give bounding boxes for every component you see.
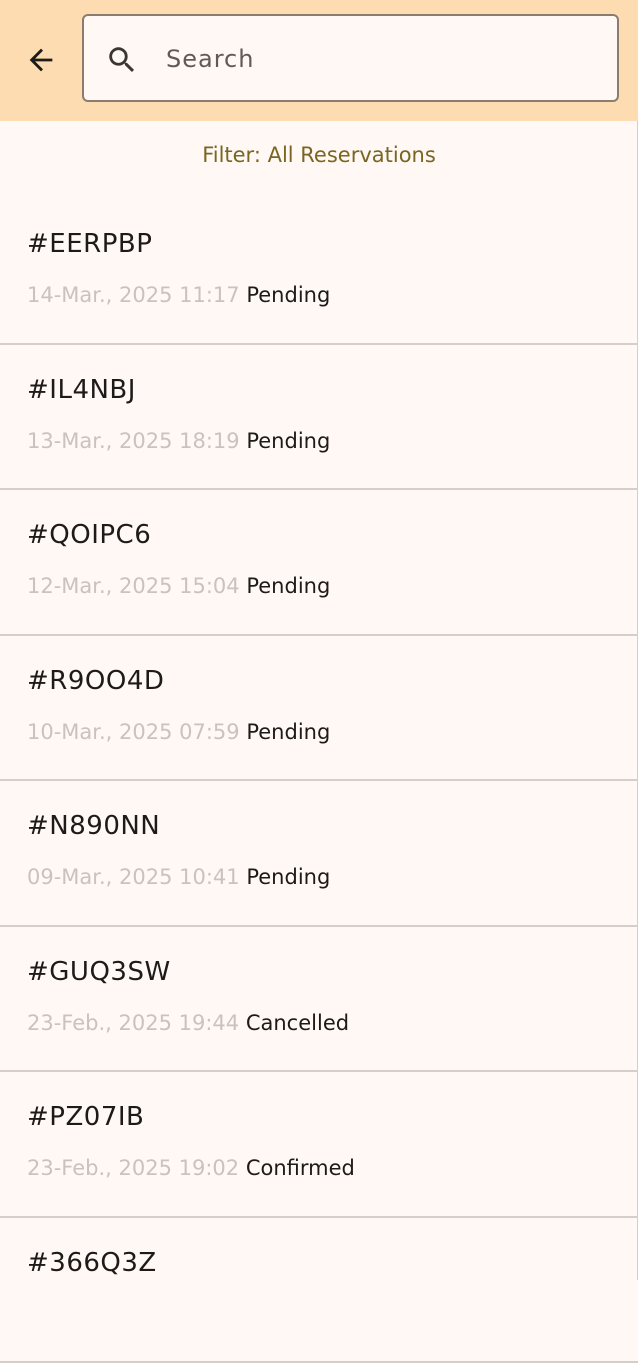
reservation-row[interactable]: #EERPBP 14-Mar., 2025 11:17 Pending (0, 199, 638, 345)
arrow-left-icon (24, 43, 58, 77)
back-button[interactable] (14, 33, 68, 87)
reservation-meta: 12-Mar., 2025 15:04 Pending (27, 574, 330, 598)
reservation-row[interactable]: #GUQ3SW 23-Feb., 2025 19:44 Cancelled (0, 927, 638, 1073)
reservation-meta: 23-Feb., 2025 19:44 Cancelled (27, 1011, 349, 1035)
reservation-code: #IL4NBJ (27, 375, 136, 405)
reservation-meta: 23-Feb., 2025 19:02 Confirmed (27, 1156, 355, 1180)
search-input[interactable] (166, 36, 586, 82)
reservation-date: 23-Feb., 2025 19:44 (27, 1011, 239, 1035)
reservation-row[interactable]: #R9OO4D 10-Mar., 2025 07:59 Pending (0, 636, 638, 782)
reservation-status: Pending (246, 429, 330, 453)
search-field[interactable] (82, 14, 619, 102)
filter-label[interactable]: Filter: All Reservations (0, 143, 638, 167)
reservation-status: Pending (246, 720, 330, 744)
reservation-code: #GUQ3SW (27, 957, 171, 987)
reservation-row[interactable]: #IL4NBJ 13-Mar., 2025 18:19 Pending (0, 345, 638, 491)
reservation-code: #N890NN (27, 811, 160, 841)
search-icon (104, 42, 140, 78)
reservation-date: 13-Mar., 2025 18:19 (27, 429, 240, 453)
reservation-meta: 10-Mar., 2025 07:59 Pending (27, 720, 330, 744)
reservation-status: Pending (246, 865, 330, 889)
reservation-code: #PZ07IB (27, 1102, 144, 1132)
reservation-row[interactable]: #QOIPC6 12-Mar., 2025 15:04 Pending (0, 490, 638, 636)
reservation-code: #366Q3Z (27, 1248, 157, 1278)
reservation-status: Cancelled (246, 1011, 349, 1035)
reservation-meta: 09-Mar., 2025 10:41 Pending (27, 865, 330, 889)
reservation-date: 23-Feb., 2025 19:02 (27, 1156, 239, 1180)
reservation-row[interactable]: #PZ07IB 23-Feb., 2025 19:02 Confirmed (0, 1072, 638, 1218)
reservation-status: Pending (246, 283, 330, 307)
reservation-meta: 14-Mar., 2025 11:17 Pending (27, 283, 330, 307)
reservation-list: #EERPBP 14-Mar., 2025 11:17 Pending #IL4… (0, 199, 638, 1363)
reservation-code: #QOIPC6 (27, 520, 151, 550)
reservation-date: 10-Mar., 2025 07:59 (27, 720, 240, 744)
top-app-bar (0, 0, 638, 121)
reservation-status: Pending (246, 574, 330, 598)
reservation-status: Confirmed (246, 1156, 355, 1180)
reservation-date: 09-Mar., 2025 10:41 (27, 865, 240, 889)
reservation-date: 12-Mar., 2025 15:04 (27, 574, 240, 598)
reservation-row[interactable]: #366Q3Z (0, 1218, 638, 1363)
reservation-meta: 13-Mar., 2025 18:19 Pending (27, 429, 330, 453)
reservation-code: #R9OO4D (27, 666, 164, 696)
reservation-date: 14-Mar., 2025 11:17 (27, 283, 240, 307)
reservation-row[interactable]: #N890NN 09-Mar., 2025 10:41 Pending (0, 781, 638, 927)
reservation-code: #EERPBP (27, 229, 152, 259)
